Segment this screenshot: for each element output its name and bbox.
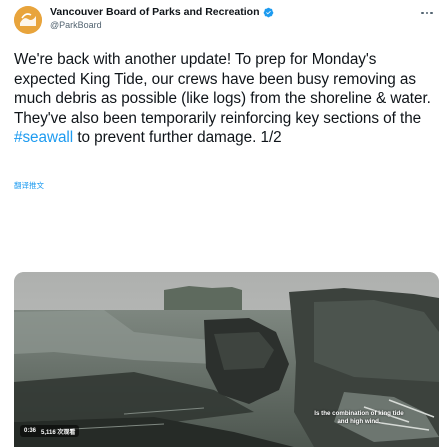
caption-line: Is the combination of king tide bbox=[314, 410, 404, 417]
author-handle[interactable]: @ParkBoard bbox=[50, 20, 102, 30]
tweet-text: We're back with another update! To prep … bbox=[14, 50, 442, 148]
author-name-row: Vancouver Board of Parks and Recreation bbox=[50, 6, 274, 18]
verified-badge-icon bbox=[263, 7, 273, 17]
translate-tweet-link[interactable]: 翻译推文 bbox=[14, 180, 44, 191]
video-views: 5,116 次观看 bbox=[41, 429, 76, 436]
caption-line: and high wind. bbox=[337, 418, 381, 425]
parkboard-logo-icon bbox=[14, 6, 42, 34]
more-options-icon[interactable] bbox=[419, 6, 435, 20]
tweet-text-part: to prevent further damage. 1/2 bbox=[73, 129, 282, 147]
video-caption: Is the combination of king tide and high… bbox=[284, 410, 434, 426]
tweet-text-part: We're back with another update! To prep … bbox=[14, 51, 431, 127]
tweet-card[interactable]: Vancouver Board of Parks and Recreation … bbox=[0, 0, 447, 447]
video-player[interactable]: Is the combination of king tide and high… bbox=[14, 272, 439, 447]
author-name[interactable]: Vancouver Board of Parks and Recreation bbox=[50, 6, 260, 18]
video-stats-badge: 0:36 5,116 次观看 bbox=[20, 425, 80, 437]
hashtag-link[interactable]: #seawall bbox=[14, 129, 73, 146]
avatar[interactable] bbox=[14, 6, 42, 34]
video-time: 0:36 bbox=[24, 428, 37, 434]
